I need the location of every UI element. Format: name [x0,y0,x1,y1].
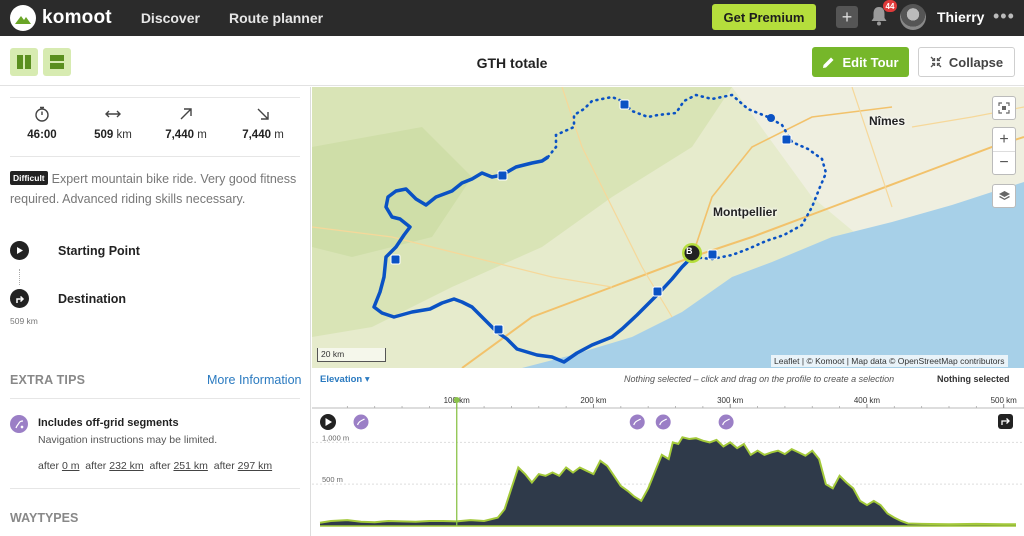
edit-tour-label: Edit Tour [842,54,899,70]
horizontal-arrows-icon [105,110,121,118]
after-prefix: after [85,460,107,472]
komoot-logo-icon [10,5,36,31]
stat-duration: 46:00 [7,106,77,141]
x-tick-label: 300 km [717,396,744,405]
elevation-area [320,437,1016,526]
collapse-button[interactable]: Collapse [918,47,1015,77]
elevation-panel: Elevation ▾ Nothing selected – click and… [312,368,1024,536]
pencil-icon [823,57,834,68]
map-canvas[interactable] [312,87,1024,368]
stat-ascent-value: 7,440 [165,129,194,141]
username[interactable]: Thierry [937,9,984,25]
off-grid-marker-icon[interactable] [353,414,369,430]
after-prefix: after [149,460,171,472]
off-grid-marker-icon[interactable] [718,414,734,430]
tour-stats: 46:00 509 km 7,440 m 7,440 m [10,97,300,157]
collapse-icon [930,56,942,68]
arrow-up-right-icon [180,108,192,120]
elevation-dropdown-label: Elevation [320,374,363,385]
map-scale: 20 km [317,348,386,362]
x-tick-label: 400 km [854,396,881,405]
elevation-dropdown[interactable]: Elevation ▾ [320,374,370,385]
top-navigation-bar: komoot Discover Route planner Get Premiu… [0,0,1024,36]
destination-icon [10,289,29,308]
off-grid-locations: after 0 m after 232 km after 251 km afte… [38,460,272,472]
after-prefix: after [213,460,235,472]
off-grid-subtitle: Navigation instructions may be limited. [38,434,218,446]
destination-label[interactable]: Destination [58,292,126,306]
off-grid-link-2[interactable]: 232 km [109,460,143,472]
starting-point-icon [10,241,29,260]
zoom-out-icon[interactable]: − [993,152,1015,174]
divider [10,488,300,489]
logo-text: komoot [42,7,112,28]
off-grid-title: Includes off-grid segments [38,417,179,429]
edit-tour-button[interactable]: Edit Tour [812,47,909,77]
stat-descent-value: 7,440 [242,129,271,141]
x-tick-label: 200 km [580,396,607,405]
more-options-icon[interactable]: ••• [993,6,1015,27]
fullscreen-icon[interactable] [992,96,1016,120]
avatar[interactable] [900,4,926,30]
more-information-link[interactable]: More Information [207,373,301,387]
off-grid-icon [10,415,28,433]
tour-header: GTH totale Edit Tour Collapse [0,38,1024,86]
get-premium-button[interactable]: Get Premium [712,4,816,30]
position-cursor-handle[interactable] [453,397,460,403]
y-tick-label: 1,000 m [322,433,349,442]
arrow-down-right-icon [257,108,269,120]
stat-ascent: 7,440 m [151,106,221,141]
stat-distance-value: 509 [94,129,114,141]
destination-distance: 509 km [10,316,38,326]
off-grid-link-1[interactable]: 0 m [62,460,80,472]
stat-descent: 7,440 m [228,106,298,141]
off-grid-link-4[interactable]: 297 km [238,460,272,472]
zoom-controls: + − [992,127,1016,175]
difficulty-text: Expert mountain bike ride. Very good fit… [10,172,297,206]
collapse-label: Collapse [948,54,1004,70]
layers-icon[interactable] [992,184,1016,208]
y-tick-label: 500 m [322,475,343,484]
nav-route-planner[interactable]: Route planner [229,10,323,26]
difficulty-badge: Difficult [10,171,48,185]
notification-badge: 44 [883,0,897,12]
waytypes-heading: WAYTYPES [10,511,79,525]
elevation-profile-chart[interactable]: 100 km 200 km 300 km 400 km 500 km1,000 m500… [312,394,1024,534]
difficulty-description: Difficult Expert mountain bike ride. Very… [10,169,302,209]
off-grid-link-3[interactable]: 251 km [173,460,207,472]
selection-status: Nothing selected [937,374,1010,384]
tour-sidebar: 46:00 509 km 7,440 m 7,440 m Difficult Ex… [0,87,311,536]
destination-marker-label[interactable]: B [686,246,693,256]
stopwatch-icon [35,106,49,122]
komoot-logo[interactable]: komoot [10,5,112,31]
map-city-label: Montpellier [713,205,778,219]
stat-duration-value: 46:00 [27,129,57,141]
nav-discover[interactable]: Discover [141,10,200,26]
chevron-down-icon: ▾ [364,374,370,385]
route-map[interactable]: B [312,87,1024,368]
x-tick-label: 500 km [991,396,1018,405]
off-grid-marker-icon[interactable] [629,414,645,430]
selection-hint: Nothing selected – click and drag on the… [624,374,895,384]
extra-tips-heading: EXTRA TIPS [10,373,86,387]
starting-point-label[interactable]: Starting Point [58,244,140,258]
after-prefix: after [38,460,60,472]
stat-ascent-unit: m [197,129,207,141]
waypoint-connector [19,269,20,285]
stat-descent-unit: m [274,129,284,141]
plus-icon[interactable]: + [836,6,858,28]
stat-distance: 509 km [78,106,148,141]
map-city-label: Nîmes [869,114,906,128]
map-attribution[interactable]: Leaflet | © Komoot | Map data © OpenStre… [771,355,1008,367]
off-grid-marker-icon[interactable] [655,414,671,430]
stat-distance-unit: km [116,129,132,141]
zoom-in-icon[interactable]: + [993,128,1015,152]
divider [10,398,300,399]
